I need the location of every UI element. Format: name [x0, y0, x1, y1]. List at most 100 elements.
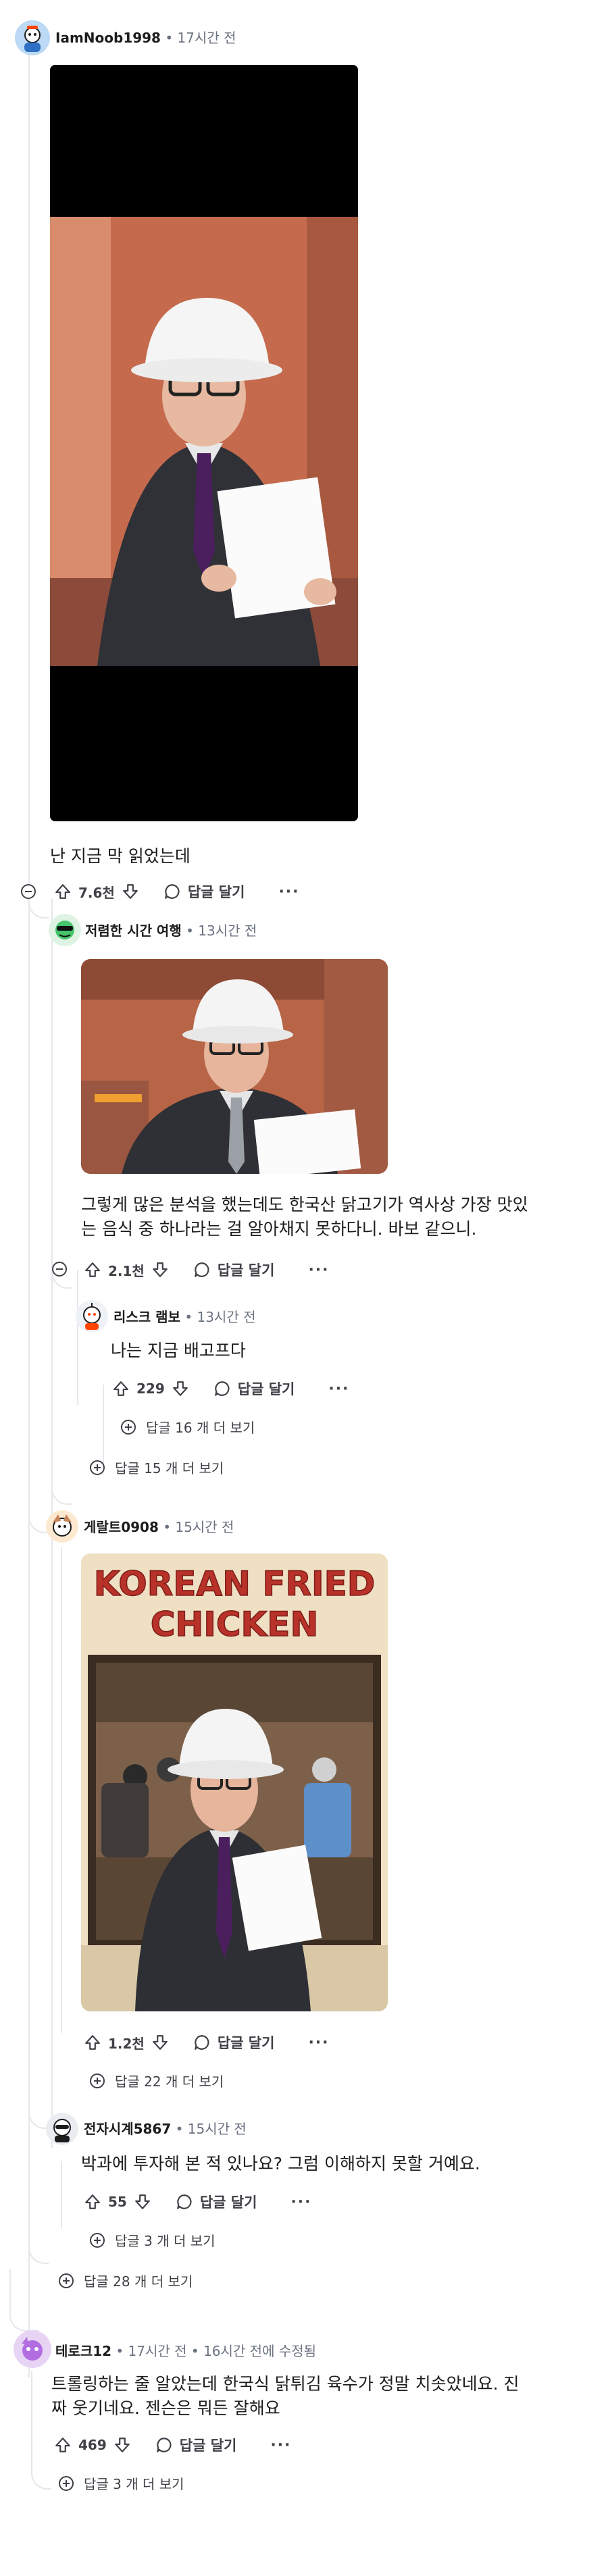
avatar[interactable] [15, 20, 50, 55]
collapse-thread-icon[interactable] [51, 1261, 68, 1277]
comment-text-line: 는 음식 중 하나라는 걸 알아채지 못하다니. 바보 같으니. [81, 1219, 477, 1239]
upvote-button[interactable] [84, 1261, 101, 1279]
downvote-button[interactable] [122, 883, 139, 900]
author-name[interactable]: 게랄트0908 [84, 1519, 159, 1535]
comment-actions: 229 답글 달기 ··· [112, 1375, 349, 1402]
thread-elbow [28, 2053, 49, 2129]
more-replies-link[interactable]: 답글 15 개 더 보기 [89, 1458, 224, 1477]
downvote-button[interactable] [172, 1380, 189, 1397]
reply-label: 답글 달기 [179, 2438, 237, 2454]
upvote-icon [85, 2035, 100, 2050]
author-name[interactable]: 리스크 램보 [113, 1309, 180, 1325]
more-options-button[interactable]: ··· [290, 2194, 311, 2211]
avatar[interactable] [46, 2113, 78, 2145]
thread-elbow [51, 1472, 72, 1505]
comment-text: 난 지금 막 읽었는데 [50, 846, 191, 866]
reply-button[interactable]: 답글 달기 [163, 881, 245, 902]
more-options-button[interactable]: ··· [308, 2034, 329, 2051]
downvote-button[interactable] [151, 1261, 169, 1279]
timestamp: • 15시간 전 [175, 2121, 247, 2137]
korean-fried-chicken-illustration: KOREAN FRIED CHICKEN [81, 1553, 388, 2011]
more-replies-link[interactable]: 답글 22 개 더 보기 [89, 2071, 224, 2090]
comment-bubble-icon [195, 2035, 209, 2050]
upvote-button[interactable] [54, 883, 72, 900]
downvote-button[interactable] [113, 2436, 131, 2454]
hard-hat-man-illustration [50, 65, 358, 821]
more-replies-label: 답글 15 개 더 보기 [115, 1460, 224, 1476]
more-options-button[interactable]: ··· [308, 1262, 329, 1279]
reply-label: 답글 달기 [237, 1381, 295, 1397]
more-replies-link[interactable]: 답글 16 개 더 보기 [120, 1417, 255, 1437]
more-options-button[interactable]: ··· [270, 2437, 291, 2454]
upvote-button[interactable] [84, 2034, 101, 2051]
comment-bubble-icon [165, 884, 180, 899]
thread-line-c6 [31, 2371, 32, 2472]
thread-line-c4 [61, 1547, 62, 2033]
plus-circle-icon [121, 1419, 136, 1435]
more-replies-label: 답글 3 개 더 보기 [84, 2476, 184, 2492]
image-sign-line2: CHICKEN [151, 1605, 319, 1644]
vote-count: 55 [108, 2194, 127, 2210]
more-replies-link[interactable]: 답글 28 개 더 보기 [58, 2271, 193, 2290]
vote-count: 469 [78, 2437, 107, 2453]
reply-label: 답글 달기 [199, 2194, 257, 2211]
downvote-button[interactable] [151, 2034, 169, 2051]
reply-label: 답글 달기 [187, 884, 245, 900]
avatar[interactable] [76, 1300, 108, 1333]
author-name[interactable]: IamNoob1998 [55, 30, 161, 46]
plus-circle-icon [90, 2232, 105, 2248]
reply-button[interactable]: 답글 달기 [176, 2192, 257, 2212]
video-thumbnail[interactable] [50, 65, 358, 821]
reply-button[interactable]: 답글 달기 [155, 2435, 237, 2455]
comment-header: 리스크 램보 • 13시간 전 [113, 1306, 256, 1326]
comment-text: 나는 지금 배고프다 [111, 1341, 246, 1360]
more-replies-label: 답글 3 개 더 보기 [115, 2233, 216, 2249]
reply-button[interactable]: 답글 달기 [193, 2032, 274, 2053]
collapse-thread-icon[interactable] [20, 883, 36, 900]
plus-circle-icon [90, 1460, 105, 1475]
thread-elbow [31, 2458, 51, 2490]
avatar[interactable] [46, 1510, 78, 1543]
author-name[interactable]: 저렴한 시간 여행 [85, 923, 182, 939]
author-name[interactable]: 테로크12 [55, 2343, 111, 2359]
comment-header: 게랄트0908 • 15시간 전 [84, 1516, 234, 1536]
more-replies-link[interactable]: 답글 3 개 더 보기 [89, 2230, 216, 2250]
upvote-button[interactable] [112, 1380, 130, 1397]
comment-text-line: 트롤링하는 줄 알았는데 한국식 닭튀김 육수가 정말 치솟았네요. 진 [51, 2374, 520, 2394]
downvote-button[interactable] [134, 2193, 151, 2211]
more-options-button[interactable]: ··· [328, 1381, 349, 1397]
comment-image[interactable] [81, 959, 388, 1174]
comment-bubble-icon [214, 1381, 230, 1396]
downvote-icon [153, 1262, 168, 1277]
downvote-icon [123, 884, 138, 899]
reply-label: 답글 달기 [217, 1262, 275, 1279]
comment-actions: 469 답글 달기 ··· [54, 2431, 291, 2458]
thread-line-c2 [77, 1270, 78, 1405]
more-options-button[interactable]: ··· [278, 883, 299, 900]
timestamp: • 13시간 전 [186, 923, 257, 939]
more-replies-label: 답글 16 개 더 보기 [146, 1420, 255, 1436]
more-replies-link[interactable]: 답글 3 개 더 보기 [58, 2473, 184, 2493]
comment-actions: 7.6천 답글 달기 ··· [54, 878, 300, 905]
downvote-icon [153, 2035, 168, 2050]
comment-image[interactable]: KOREAN FRIED CHICKEN [81, 1553, 388, 2011]
reply-button[interactable]: 답글 달기 [193, 1260, 275, 1280]
avatar[interactable] [49, 914, 81, 946]
comment-header: 테로크12 • 17시간 전 • 16시간 전에 수정됨 [55, 2340, 316, 2360]
hard-hat-man-illustration [81, 959, 388, 1174]
comment-text: 트롤링하는 줄 알았는데 한국식 닭튀김 육수가 정말 치솟았네요. 진 짜 웃… [51, 2372, 520, 2421]
upvote-button[interactable] [54, 2436, 72, 2454]
reply-button[interactable]: 답글 달기 [213, 1379, 295, 1399]
comment-header: 저렴한 시간 여행 • 13시간 전 [85, 920, 257, 939]
thread-elbow [28, 2188, 49, 2264]
comment-text: 그렇게 많은 분석을 했는데도 한국산 닭고기가 역사상 가장 맛있 는 음식 … [81, 1193, 528, 1241]
thread-elbow [9, 2269, 39, 2332]
comment-actions: 2.1천 답글 달기 ··· [84, 1256, 330, 1283]
comment-actions: 55 답글 달기 ··· [84, 2188, 312, 2215]
upvote-icon [85, 2194, 100, 2209]
avatar[interactable] [14, 2330, 51, 2368]
upvote-button[interactable] [84, 2193, 101, 2211]
comment-bubble-icon [195, 1262, 209, 1277]
author-name[interactable]: 전자시계5867 [84, 2121, 171, 2137]
comment-text: 박과에 투자해 본 적 있나요? 그럼 이해하지 못할 거예요. [81, 2154, 480, 2173]
